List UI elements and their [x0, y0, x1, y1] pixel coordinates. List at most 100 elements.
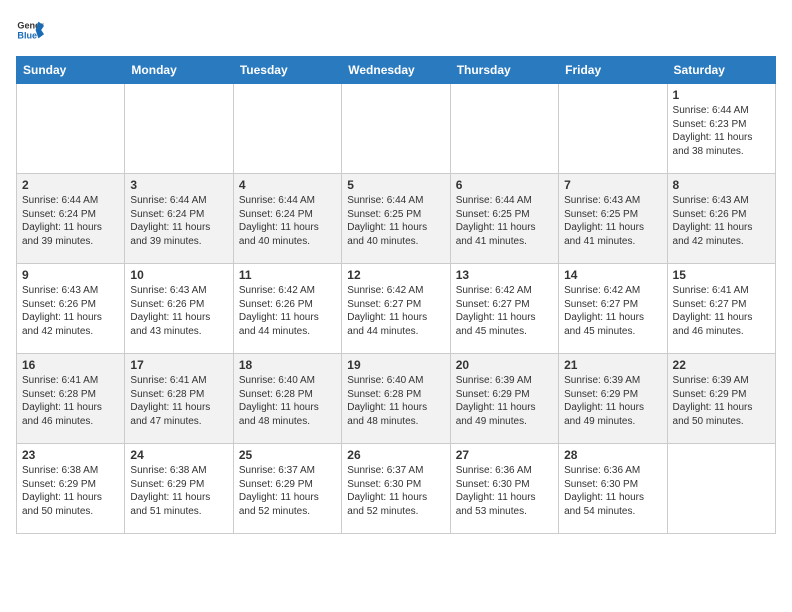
calendar-week-row: 23 Sunrise: 6:38 AM Sunset: 6:29 PM Dayli…	[17, 444, 776, 534]
calendar-cell	[233, 84, 341, 174]
day-number: 7	[564, 178, 661, 192]
day-info: Sunrise: 6:44 AM Sunset: 6:24 PM Dayligh…	[22, 194, 119, 248]
day-info: Sunrise: 6:41 AM Sunset: 6:27 PM Dayligh…	[673, 284, 770, 338]
day-info: Sunrise: 6:43 AM Sunset: 6:26 PM Dayligh…	[22, 284, 119, 338]
day-number: 26	[347, 448, 444, 462]
calendar-cell	[17, 84, 125, 174]
day-info: Sunrise: 6:41 AM Sunset: 6:28 PM Dayligh…	[130, 374, 227, 428]
day-number: 12	[347, 268, 444, 282]
day-info: Sunrise: 6:37 AM Sunset: 6:29 PM Dayligh…	[239, 464, 336, 518]
calendar-cell: 21 Sunrise: 6:39 AM Sunset: 6:29 PM Dayli…	[559, 354, 667, 444]
day-number: 16	[22, 358, 119, 372]
calendar-cell: 14 Sunrise: 6:42 AM Sunset: 6:27 PM Dayli…	[559, 264, 667, 354]
day-number: 14	[564, 268, 661, 282]
day-number: 4	[239, 178, 336, 192]
calendar-cell: 15 Sunrise: 6:41 AM Sunset: 6:27 PM Dayli…	[667, 264, 775, 354]
calendar-cell: 4 Sunrise: 6:44 AM Sunset: 6:24 PM Daylig…	[233, 174, 341, 264]
calendar-cell: 5 Sunrise: 6:44 AM Sunset: 6:25 PM Daylig…	[342, 174, 450, 264]
day-info: Sunrise: 6:43 AM Sunset: 6:26 PM Dayligh…	[130, 284, 227, 338]
calendar-cell	[125, 84, 233, 174]
day-info: Sunrise: 6:41 AM Sunset: 6:28 PM Dayligh…	[22, 374, 119, 428]
calendar-cell: 18 Sunrise: 6:40 AM Sunset: 6:28 PM Dayli…	[233, 354, 341, 444]
day-number: 6	[456, 178, 553, 192]
day-info: Sunrise: 6:42 AM Sunset: 6:26 PM Dayligh…	[239, 284, 336, 338]
calendar-cell: 1 Sunrise: 6:44 AM Sunset: 6:23 PM Daylig…	[667, 84, 775, 174]
calendar-cell: 11 Sunrise: 6:42 AM Sunset: 6:26 PM Dayli…	[233, 264, 341, 354]
day-info: Sunrise: 6:39 AM Sunset: 6:29 PM Dayligh…	[456, 374, 553, 428]
calendar-cell: 16 Sunrise: 6:41 AM Sunset: 6:28 PM Dayli…	[17, 354, 125, 444]
col-header-friday: Friday	[559, 57, 667, 84]
day-number: 19	[347, 358, 444, 372]
day-number: 3	[130, 178, 227, 192]
col-header-monday: Monday	[125, 57, 233, 84]
day-number: 5	[347, 178, 444, 192]
calendar-cell	[667, 444, 775, 534]
day-info: Sunrise: 6:38 AM Sunset: 6:29 PM Dayligh…	[130, 464, 227, 518]
day-info: Sunrise: 6:38 AM Sunset: 6:29 PM Dayligh…	[22, 464, 119, 518]
col-header-thursday: Thursday	[450, 57, 558, 84]
logo: General Blue	[16, 16, 44, 44]
day-info: Sunrise: 6:44 AM Sunset: 6:24 PM Dayligh…	[239, 194, 336, 248]
day-number: 18	[239, 358, 336, 372]
calendar-cell: 22Sunrise: 6:39 AM Sunset: 6:29 PM Dayli…	[667, 354, 775, 444]
calendar-week-row: 16 Sunrise: 6:41 AM Sunset: 6:28 PM Dayli…	[17, 354, 776, 444]
col-header-wednesday: Wednesday	[342, 57, 450, 84]
day-info: Sunrise: 6:37 AM Sunset: 6:30 PM Dayligh…	[347, 464, 444, 518]
day-info: Sunrise: 6:36 AM Sunset: 6:30 PM Dayligh…	[564, 464, 661, 518]
day-info: Sunrise: 6:42 AM Sunset: 6:27 PM Dayligh…	[456, 284, 553, 338]
calendar-cell: 8 Sunrise: 6:43 AM Sunset: 6:26 PM Daylig…	[667, 174, 775, 264]
day-number: 25	[239, 448, 336, 462]
day-info: Sunrise: 6:36 AM Sunset: 6:30 PM Dayligh…	[456, 464, 553, 518]
day-number: 9	[22, 268, 119, 282]
day-info: Sunrise: 6:40 AM Sunset: 6:28 PM Dayligh…	[347, 374, 444, 428]
calendar-week-row: 1 Sunrise: 6:44 AM Sunset: 6:23 PM Daylig…	[17, 84, 776, 174]
day-info: Sunrise: 6:39 AM Sunset: 6:29 PM Dayligh…	[564, 374, 661, 428]
day-number: 13	[456, 268, 553, 282]
calendar-cell: 24Sunrise: 6:38 AM Sunset: 6:29 PM Dayli…	[125, 444, 233, 534]
day-number: 1	[673, 88, 770, 102]
day-number: 2	[22, 178, 119, 192]
day-info: Sunrise: 6:44 AM Sunset: 6:24 PM Dayligh…	[130, 194, 227, 248]
day-info: Sunrise: 6:42 AM Sunset: 6:27 PM Dayligh…	[564, 284, 661, 338]
day-info: Sunrise: 6:43 AM Sunset: 6:25 PM Dayligh…	[564, 194, 661, 248]
day-info: Sunrise: 6:44 AM Sunset: 6:25 PM Dayligh…	[347, 194, 444, 248]
day-number: 23	[22, 448, 119, 462]
calendar-cell: 20Sunrise: 6:39 AM Sunset: 6:29 PM Dayli…	[450, 354, 558, 444]
calendar-cell: 6 Sunrise: 6:44 AM Sunset: 6:25 PM Daylig…	[450, 174, 558, 264]
calendar-cell	[342, 84, 450, 174]
calendar-cell: 19 Sunrise: 6:40 AM Sunset: 6:28 PM Dayli…	[342, 354, 450, 444]
day-number: 8	[673, 178, 770, 192]
day-number: 17	[130, 358, 227, 372]
day-info: Sunrise: 6:44 AM Sunset: 6:23 PM Dayligh…	[673, 104, 770, 158]
day-info: Sunrise: 6:44 AM Sunset: 6:25 PM Dayligh…	[456, 194, 553, 248]
day-number: 28	[564, 448, 661, 462]
calendar-header-row: SundayMondayTuesdayWednesdayThursdayFrid…	[17, 57, 776, 84]
calendar-cell: 27 Sunrise: 6:36 AM Sunset: 6:30 PM Dayli…	[450, 444, 558, 534]
calendar-cell	[559, 84, 667, 174]
calendar-week-row: 9 Sunrise: 6:43 AM Sunset: 6:26 PM Daylig…	[17, 264, 776, 354]
day-number: 15	[673, 268, 770, 282]
calendar-cell: 28 Sunrise: 6:36 AM Sunset: 6:30 PM Dayli…	[559, 444, 667, 534]
calendar-cell: 2 Sunrise: 6:44 AM Sunset: 6:24 PM Daylig…	[17, 174, 125, 264]
svg-text:Blue: Blue	[17, 30, 37, 40]
day-info: Sunrise: 6:43 AM Sunset: 6:26 PM Dayligh…	[673, 194, 770, 248]
calendar-cell: 12 Sunrise: 6:42 AM Sunset: 6:27 PM Dayli…	[342, 264, 450, 354]
calendar-week-row: 2 Sunrise: 6:44 AM Sunset: 6:24 PM Daylig…	[17, 174, 776, 264]
day-number: 10	[130, 268, 227, 282]
day-number: 27	[456, 448, 553, 462]
calendar-cell: 3 Sunrise: 6:44 AM Sunset: 6:24 PM Daylig…	[125, 174, 233, 264]
calendar-cell: 26 Sunrise: 6:37 AM Sunset: 6:30 PM Dayli…	[342, 444, 450, 534]
calendar-cell	[450, 84, 558, 174]
calendar-cell: 25 Sunrise: 6:37 AM Sunset: 6:29 PM Dayli…	[233, 444, 341, 534]
day-info: Sunrise: 6:39 AM Sunset: 6:29 PM Dayligh…	[673, 374, 770, 428]
day-info: Sunrise: 6:42 AM Sunset: 6:27 PM Dayligh…	[347, 284, 444, 338]
calendar-table: SundayMondayTuesdayWednesdayThursdayFrid…	[16, 56, 776, 534]
col-header-tuesday: Tuesday	[233, 57, 341, 84]
calendar-cell: 13 Sunrise: 6:42 AM Sunset: 6:27 PM Dayli…	[450, 264, 558, 354]
calendar-cell: 7 Sunrise: 6:43 AM Sunset: 6:25 PM Daylig…	[559, 174, 667, 264]
day-number: 21	[564, 358, 661, 372]
day-info: Sunrise: 6:40 AM Sunset: 6:28 PM Dayligh…	[239, 374, 336, 428]
col-header-sunday: Sunday	[17, 57, 125, 84]
day-number: 11	[239, 268, 336, 282]
logo-icon: General Blue	[16, 16, 44, 44]
